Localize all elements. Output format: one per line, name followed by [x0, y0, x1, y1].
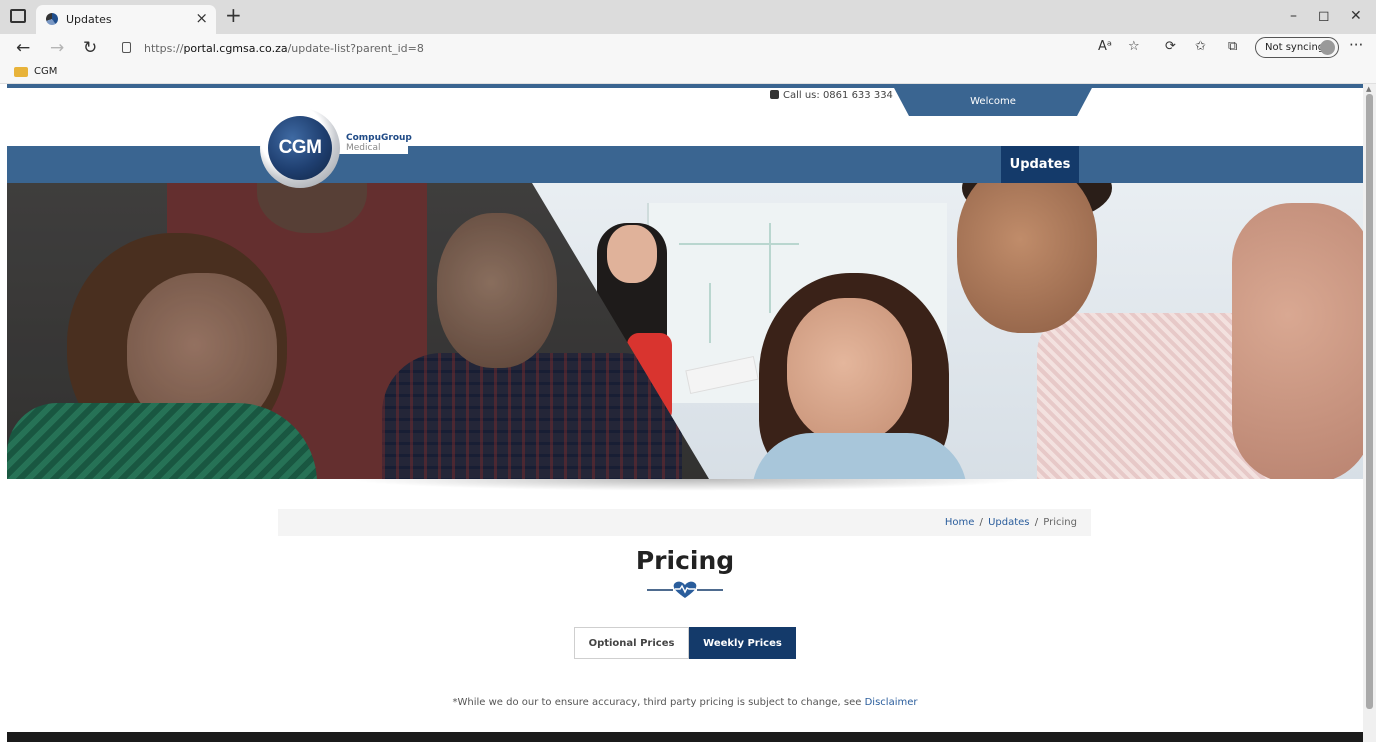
- collections-icon[interactable]: ⧉: [1228, 39, 1237, 54]
- logo-sub: Medical: [346, 143, 381, 153]
- refresh-icon[interactable]: ↻: [83, 38, 97, 58]
- more-icon[interactable]: ···: [1349, 36, 1363, 54]
- forward-icon[interactable]: →: [50, 38, 64, 58]
- favorite-cgm[interactable]: CGM: [34, 66, 57, 77]
- phone-icon: [770, 90, 779, 99]
- logo-name: CompuGroup: [346, 133, 412, 143]
- favorites-bar: CGM: [0, 62, 1376, 84]
- main-navbar: Updates: [7, 146, 1363, 183]
- minimize-icon[interactable]: –: [1290, 8, 1297, 24]
- close-window-icon[interactable]: ✕: [1350, 8, 1362, 24]
- breadcrumb-current: Pricing: [1043, 517, 1077, 528]
- site-favicon-icon: [46, 13, 58, 25]
- hand-foreground: [1232, 203, 1363, 479]
- breadcrumb-separator: /: [979, 517, 983, 528]
- breadcrumb: Home / Updates / Pricing: [278, 509, 1091, 536]
- heartbeat-divider-icon: [647, 581, 723, 598]
- restore-icon[interactable]: ◻: [1318, 8, 1330, 24]
- extensions-icon[interactable]: ⟳: [1165, 39, 1176, 54]
- favorites-icon[interactable]: ✩: [1195, 39, 1206, 54]
- back-icon[interactable]: ←: [16, 38, 30, 58]
- tab-title: Updates: [66, 13, 112, 26]
- breadcrumb-updates[interactable]: Updates: [988, 517, 1029, 528]
- tab-optional-prices[interactable]: Optional Prices: [574, 627, 689, 659]
- tab-weekly-prices[interactable]: Weekly Prices: [689, 627, 796, 659]
- page-scrollbar[interactable]: ▲: [1363, 84, 1376, 742]
- welcome-label: Welcome: [970, 96, 1016, 107]
- call-us: Call us: 0861 633 334: [770, 90, 893, 101]
- url-field[interactable]: https://portal.cgmsa.co.za/update-list?p…: [110, 37, 1100, 59]
- tab-actions-icon[interactable]: [10, 9, 26, 23]
- scroll-up-icon[interactable]: ▲: [1366, 85, 1371, 93]
- profile-sync-button[interactable]: Not syncing: [1255, 37, 1339, 58]
- page-title: Pricing: [635, 546, 735, 575]
- browser-tabbar: Updates × + – ◻ ✕: [0, 0, 1376, 34]
- scroll-thumb[interactable]: [1366, 94, 1373, 709]
- address-bar: ← → ↻ https://portal.cgmsa.co.za/update-…: [0, 34, 1376, 62]
- lock-icon[interactable]: [122, 42, 131, 53]
- new-tab-icon[interactable]: +: [225, 3, 242, 27]
- breadcrumb-separator: /: [1034, 517, 1039, 528]
- add-favorite-icon[interactable]: ☆: [1128, 39, 1140, 54]
- disclaimer-link[interactable]: Disclaimer: [865, 697, 918, 708]
- read-aloud-icon[interactable]: A͏ᵃ: [1098, 39, 1112, 54]
- folder-icon: [14, 67, 28, 77]
- hero-banner: [7, 183, 1363, 479]
- tab-close-icon[interactable]: ×: [195, 9, 208, 27]
- welcome-tab[interactable]: Welcome: [893, 86, 1093, 116]
- sync-label: Not syncing: [1265, 42, 1325, 53]
- footer: [7, 732, 1363, 742]
- web-page: Call us: 0861 633 334 Welcome Updates CG…: [7, 84, 1363, 742]
- browser-tab[interactable]: Updates ×: [36, 5, 216, 34]
- profile-avatar-icon: [1320, 40, 1335, 55]
- top-accent-line: [7, 84, 1363, 88]
- hero-shadow: [347, 479, 1027, 491]
- url-text: https://portal.cgmsa.co.za/update-list?p…: [144, 42, 424, 55]
- breadcrumb-home[interactable]: Home: [945, 517, 975, 528]
- nav-updates[interactable]: Updates: [1001, 146, 1079, 183]
- logo-monogram: CGM: [268, 116, 332, 180]
- pricing-note: *While we do our to ensure accuracy, thi…: [452, 697, 918, 708]
